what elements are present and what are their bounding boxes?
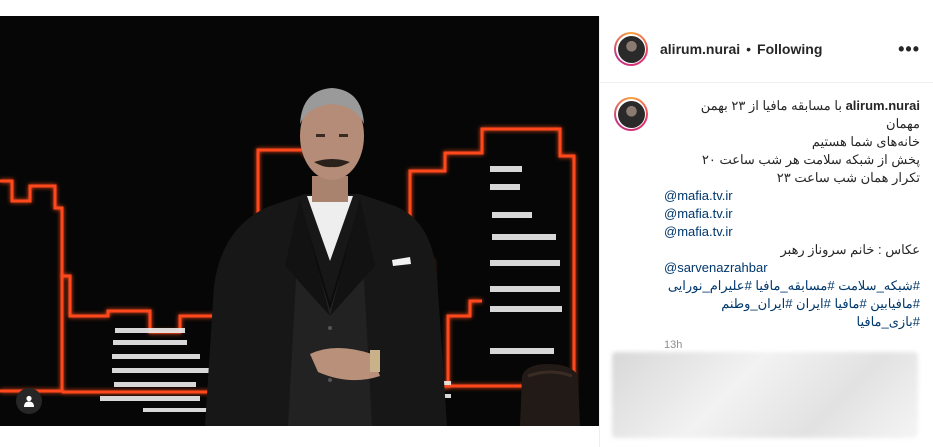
caption-avatar[interactable] xyxy=(614,97,648,131)
header-username[interactable]: alirum.nurai xyxy=(660,41,740,57)
mention-link[interactable]: @mafia.tv.ir xyxy=(664,205,920,223)
hashtags-line-1[interactable]: #شبکه_سلامت #مسابقه_مافیا #علیرام_نورایی xyxy=(664,277,920,295)
caption-username[interactable]: alirum.nurai xyxy=(846,98,920,113)
photo-credit: عکاس : خانم سروناز رهبر xyxy=(780,242,920,257)
blurred-region xyxy=(612,352,918,438)
caption-line-1: alirum.nurai با مسابقه مافیا از ۲۳ بهمن … xyxy=(700,98,920,131)
following-button[interactable]: Following xyxy=(757,41,822,57)
post-side-panel: alirum.nurai • Following ••• alirum.nura… xyxy=(599,16,933,447)
person-icon xyxy=(24,395,34,407)
post-header: alirum.nurai • Following ••• xyxy=(600,16,933,83)
photo-scene xyxy=(0,16,599,426)
caption-text: alirum.nurai با مسابقه مافیا از ۲۳ بهمن … xyxy=(664,97,920,331)
post-photo[interactable] xyxy=(0,16,599,426)
caption-line-2: خانه‌های شما هستیم xyxy=(811,134,920,149)
header-avatar[interactable] xyxy=(614,32,648,66)
caption-line-3: پخش از شبکه سلامت هر شب ساعت ۲۰ xyxy=(701,152,920,167)
credit-mention-link[interactable]: @sarvenazrahbar xyxy=(664,259,920,277)
hashtags-line-2[interactable]: #مافیابین #مافیا #ایران #ایران_وطنم #باز… xyxy=(664,295,920,331)
more-options-icon[interactable]: ••• xyxy=(898,39,920,60)
tagged-people-button[interactable] xyxy=(16,388,42,414)
mention-link[interactable]: @mafia.tv.ir xyxy=(664,223,920,241)
caption-comment: alirum.nurai با مسابقه مافیا از ۲۳ بهمن … xyxy=(600,83,933,331)
mention-link[interactable]: @mafia.tv.ir xyxy=(664,187,920,205)
separator-dot: • xyxy=(746,41,752,57)
caption-line-4: تکرار همان شب ساعت ۲۳ xyxy=(776,170,920,185)
post-timestamp[interactable]: 13h xyxy=(600,331,933,351)
